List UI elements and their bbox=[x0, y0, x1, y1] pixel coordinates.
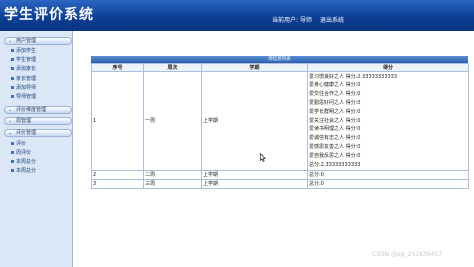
sidebar-item-tutor-management[interactable]: 导师管理 bbox=[11, 94, 36, 101]
bullet-icon bbox=[11, 49, 14, 52]
sidebar-item-parent-management[interactable]: 家长管理 bbox=[11, 76, 36, 83]
bullet-icon bbox=[11, 160, 14, 163]
current-user-label: 当前用户: bbox=[272, 17, 299, 24]
table-row: 2 二周 上学期 总分:0 bbox=[91, 170, 469, 180]
cell-week: 一周 bbox=[143, 71, 202, 171]
chevron-icon: ⌄ bbox=[8, 130, 13, 136]
cell-term: 上学期 bbox=[201, 179, 308, 189]
user-info: 当前用户: 导师 退出系统 bbox=[272, 15, 344, 24]
score-line: 爱勤思好问之人 得分:0 bbox=[309, 100, 361, 106]
cell-no: 3 bbox=[91, 179, 144, 189]
cell-term: 上学期 bbox=[201, 71, 308, 171]
score-line: 爱身心健康之人 得分:0 bbox=[309, 82, 361, 89]
cell-no: 2 bbox=[91, 170, 144, 180]
cell-term: 上学期 bbox=[201, 170, 308, 180]
sidebar-item-evaluate[interactable]: 评价 bbox=[11, 141, 26, 148]
bullet-icon bbox=[11, 67, 14, 70]
table-header-row: 序号 周次 学期 得分 bbox=[91, 63, 469, 72]
sidebar-section-user-management[interactable]: ⌄ 用户管理 bbox=[4, 37, 72, 45]
sidebar-item-add-parent[interactable]: 添加家长 bbox=[11, 66, 36, 73]
bullet-icon bbox=[11, 86, 14, 89]
sidebar-item-label: 学生管理 bbox=[16, 57, 37, 63]
bullet-icon bbox=[11, 77, 14, 80]
cell-week: 二周 bbox=[143, 170, 202, 180]
sidebar: ⌄ 用户管理 添加学生 学生管理 添加家长 家长管理 添加导师 导师管理 ⌄ 评… bbox=[0, 31, 73, 267]
sidebar-item-label: 家长管理 bbox=[16, 76, 37, 82]
chevron-icon: ⌄ bbox=[8, 107, 13, 113]
sidebar-item-student-management[interactable]: 学生管理 bbox=[11, 57, 36, 64]
sidebar-item-label: 周评价 bbox=[16, 150, 32, 156]
bullet-icon bbox=[11, 151, 14, 154]
cell-scores: 总分:0 bbox=[307, 179, 469, 189]
bullet-icon bbox=[11, 142, 14, 145]
week-list-panel: 周信息列表 序号 周次 学期 得分 1 一周 上学期 爱习惯良好之人 得分:2.… bbox=[91, 56, 469, 189]
sidebar-item-week-evaluation[interactable]: 周评价 bbox=[11, 150, 31, 157]
cell-scores: 爱习惯良好之人 得分:2.33333333333 爱身心健康之人 得分:0 爱交… bbox=[307, 71, 469, 171]
score-total: 总分:0 bbox=[309, 180, 324, 187]
week-table: 序号 周次 学期 得分 1 一周 上学期 爱习惯良好之人 得分:2.333333… bbox=[91, 63, 469, 189]
bullet-icon bbox=[11, 58, 14, 61]
sidebar-item-label: 评价 bbox=[16, 141, 27, 147]
logout-link[interactable]: 退出系统 bbox=[320, 17, 344, 24]
sidebar-item-week-total-score-2[interactable]: 本周总分 bbox=[11, 168, 36, 175]
sidebar-section-label: 评价管理 bbox=[16, 130, 37, 136]
cell-week: 三周 bbox=[143, 179, 202, 189]
sidebar-section-label: 用户管理 bbox=[16, 38, 37, 44]
watermark-text: CSDN @qq_251836457 bbox=[372, 251, 442, 258]
column-header-score: 得分 bbox=[307, 63, 469, 72]
column-header-week: 周次 bbox=[143, 63, 202, 72]
chevron-icon: ⌄ bbox=[8, 38, 13, 44]
table-row: 3 三周 上学期 总分:0 bbox=[91, 179, 469, 189]
sidebar-item-label: 添加家长 bbox=[16, 66, 37, 72]
score-line: 爱习惯良好之人 得分:2.33333333333 bbox=[309, 73, 398, 80]
mouse-cursor-icon bbox=[260, 153, 266, 162]
sidebar-item-label: 添加学生 bbox=[16, 48, 37, 54]
sidebar-section-dimension-management[interactable]: ⌄ 评价维度管理 bbox=[4, 106, 72, 114]
score-line: 爱感恩友善之人 得分:0 bbox=[309, 143, 361, 150]
score-line: 爱读书明理之人 得分:0 bbox=[309, 126, 361, 133]
cell-no: 1 bbox=[91, 71, 144, 171]
sidebar-section-label: 评价维度管理 bbox=[16, 107, 47, 113]
sidebar-section-label: 周管理 bbox=[16, 118, 32, 124]
sidebar-item-add-tutor[interactable]: 添加导师 bbox=[11, 85, 36, 92]
app-header: 学生评价系统 当前用户: 导师 退出系统 bbox=[0, 0, 474, 31]
sidebar-item-label: 本周总分 bbox=[16, 159, 37, 165]
cell-scores: 总分:0 bbox=[307, 170, 469, 180]
score-line: 爱关注社会之人 得分:0 bbox=[309, 117, 361, 124]
current-user-name: 导师 bbox=[300, 17, 313, 24]
score-total: 总分:2.33333333333 bbox=[309, 161, 361, 168]
column-header-term: 学期 bbox=[201, 63, 308, 72]
sidebar-item-week-total-score[interactable]: 本周总分 bbox=[11, 159, 36, 166]
app-title: 学生评价系统 bbox=[4, 7, 94, 23]
sidebar-section-evaluation-management[interactable]: ⌄ 评价管理 bbox=[4, 129, 72, 137]
score-line: 爱自我反思之人 得分:0 bbox=[309, 152, 361, 159]
column-header-no: 序号 bbox=[91, 63, 144, 72]
sidebar-section-week-management[interactable]: ⌄ 周管理 bbox=[4, 117, 72, 125]
table-title: 周信息列表 bbox=[91, 56, 468, 63]
score-total: 总分:0 bbox=[309, 171, 324, 178]
table-row: 1 一周 上学期 爱习惯良好之人 得分:2.33333333333 爱身心健康之… bbox=[91, 71, 469, 171]
bullet-icon bbox=[11, 169, 14, 172]
score-line: 爱交往合作之人 得分:0 bbox=[309, 91, 361, 98]
chevron-icon: ⌄ bbox=[8, 118, 13, 124]
sidebar-item-label: 导师管理 bbox=[16, 94, 37, 100]
score-line: 爱学长群明之人 得分:0 bbox=[309, 108, 361, 115]
bullet-icon bbox=[11, 95, 14, 98]
sidebar-item-label: 本周总分 bbox=[16, 168, 37, 174]
sidebar-item-add-student[interactable]: 添加学生 bbox=[11, 48, 36, 55]
score-line: 爱诚信有志之人 得分:0 bbox=[309, 135, 361, 142]
sidebar-item-label: 添加导师 bbox=[16, 85, 37, 91]
